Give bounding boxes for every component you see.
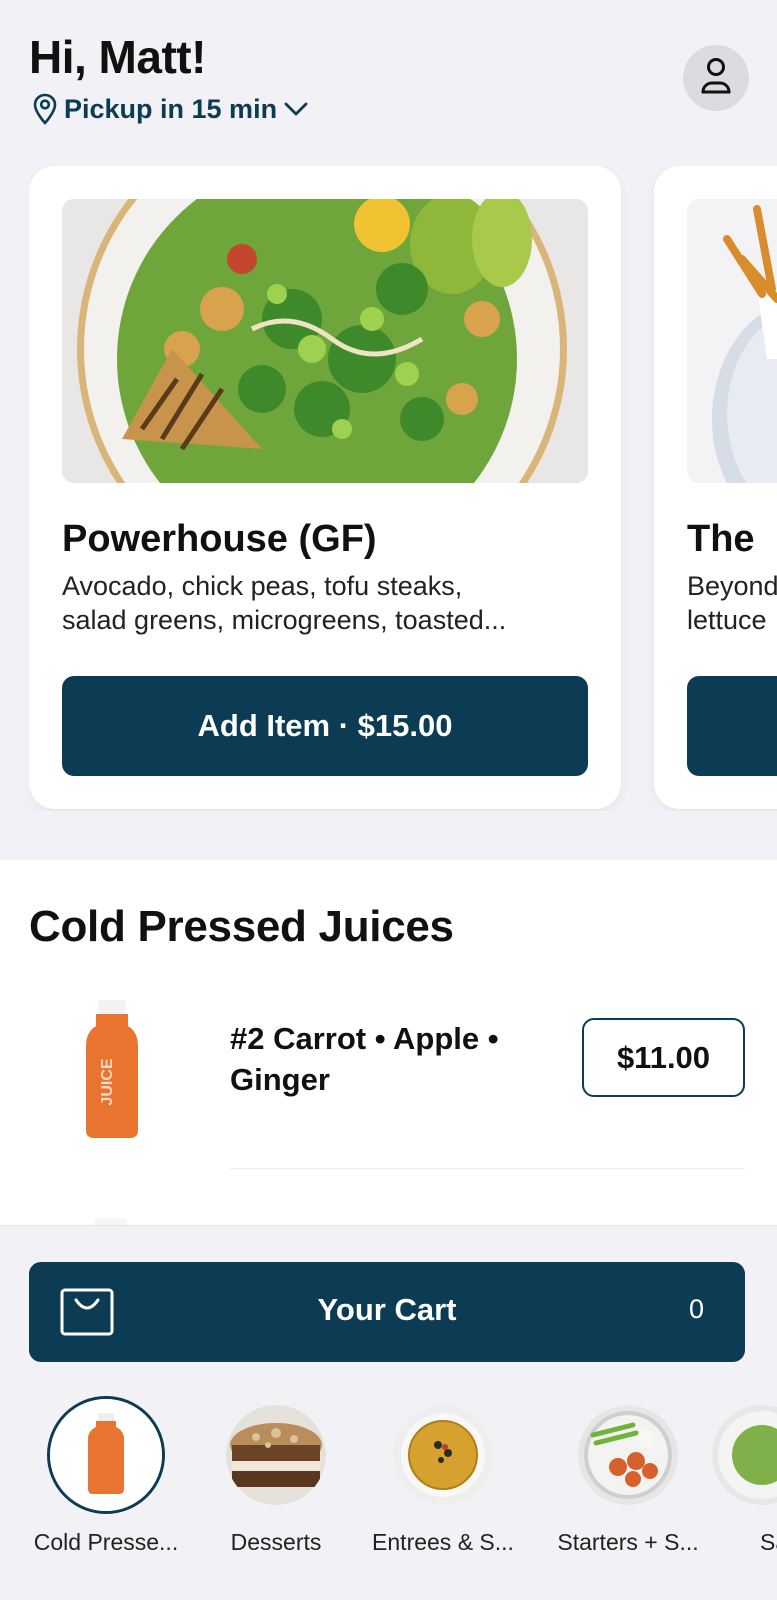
profile-button[interactable] xyxy=(683,45,749,111)
location-pin-icon xyxy=(32,93,58,125)
category-starters[interactable]: Starters + S... xyxy=(543,1396,713,1586)
category-label: Entrees & S... xyxy=(372,1529,514,1555)
category-tabs[interactable]: Cold Presse... Desserts Entrees & S... S… xyxy=(0,1396,777,1586)
salad-bowl-image xyxy=(62,199,588,483)
greeting-title: Hi, Matt! xyxy=(29,31,206,83)
add-item-button[interactable] xyxy=(687,676,777,776)
category-entrees[interactable]: Entrees & S... xyxy=(358,1396,528,1586)
list-item[interactable]: JUICE #2 Carrot • Apple • Ginger $11.00 xyxy=(0,990,777,1190)
category-label: Cold Presse... xyxy=(33,1529,179,1555)
fries-image xyxy=(687,199,777,483)
category-image xyxy=(393,1405,493,1505)
category-image xyxy=(226,1405,326,1505)
user-icon xyxy=(699,56,733,101)
pickup-selector[interactable]: Pickup in 15 min xyxy=(32,93,309,125)
cart-button[interactable]: Your Cart 0 xyxy=(29,1262,745,1362)
featured-card[interactable]: Powerhouse (GF) Avocado, chick peas, tof… xyxy=(29,166,621,809)
category-label: Desserts xyxy=(230,1529,322,1555)
category-salads[interactable]: Sa xyxy=(712,1396,777,1586)
divider xyxy=(230,1168,745,1169)
pickup-label: Pickup in 15 min xyxy=(64,93,278,124)
juice-bottle-image: JUICE xyxy=(80,1000,144,1140)
menu-section: Cold Pressed Juices JUICE #2 Carrot • Ap… xyxy=(0,860,777,1225)
category-label: Sa xyxy=(760,1529,777,1555)
product-name: #2 Carrot • Apple • Ginger xyxy=(230,1021,499,1097)
item-title: The xyxy=(687,518,755,560)
category-image xyxy=(47,1396,165,1514)
add-item-button[interactable]: Add Item · $15.00 xyxy=(62,676,588,776)
item-description: Beyond lettuce xyxy=(687,571,777,635)
category-cold-pressed[interactable]: Cold Presse... xyxy=(21,1396,191,1586)
category-desserts[interactable]: Desserts xyxy=(191,1396,361,1586)
featured-carousel[interactable]: Powerhouse (GF) Avocado, chick peas, tof… xyxy=(29,166,777,811)
category-image xyxy=(712,1405,777,1505)
category-image xyxy=(578,1405,678,1505)
item-title: Powerhouse (GF) xyxy=(62,518,377,560)
chevron-down-icon xyxy=(283,101,309,117)
price-button[interactable]: $11.00 xyxy=(582,1018,745,1097)
featured-card-peek[interactable]: The Beyond lettuce xyxy=(654,166,777,809)
header: Hi, Matt! Pickup in 15 min xyxy=(29,30,749,140)
item-description: Avocado, chick peas, tofu steaks, salad … xyxy=(62,571,507,635)
cart-count: 0 xyxy=(688,1294,704,1324)
category-label: Starters + S... xyxy=(557,1529,699,1555)
cart-label: Your Cart xyxy=(317,1292,457,1327)
bottom-panel: Your Cart 0 Cold Presse... Desserts Entr… xyxy=(0,1225,777,1600)
bottle-label: JUICE xyxy=(99,1058,116,1105)
section-title: Cold Pressed Juices xyxy=(29,902,454,951)
